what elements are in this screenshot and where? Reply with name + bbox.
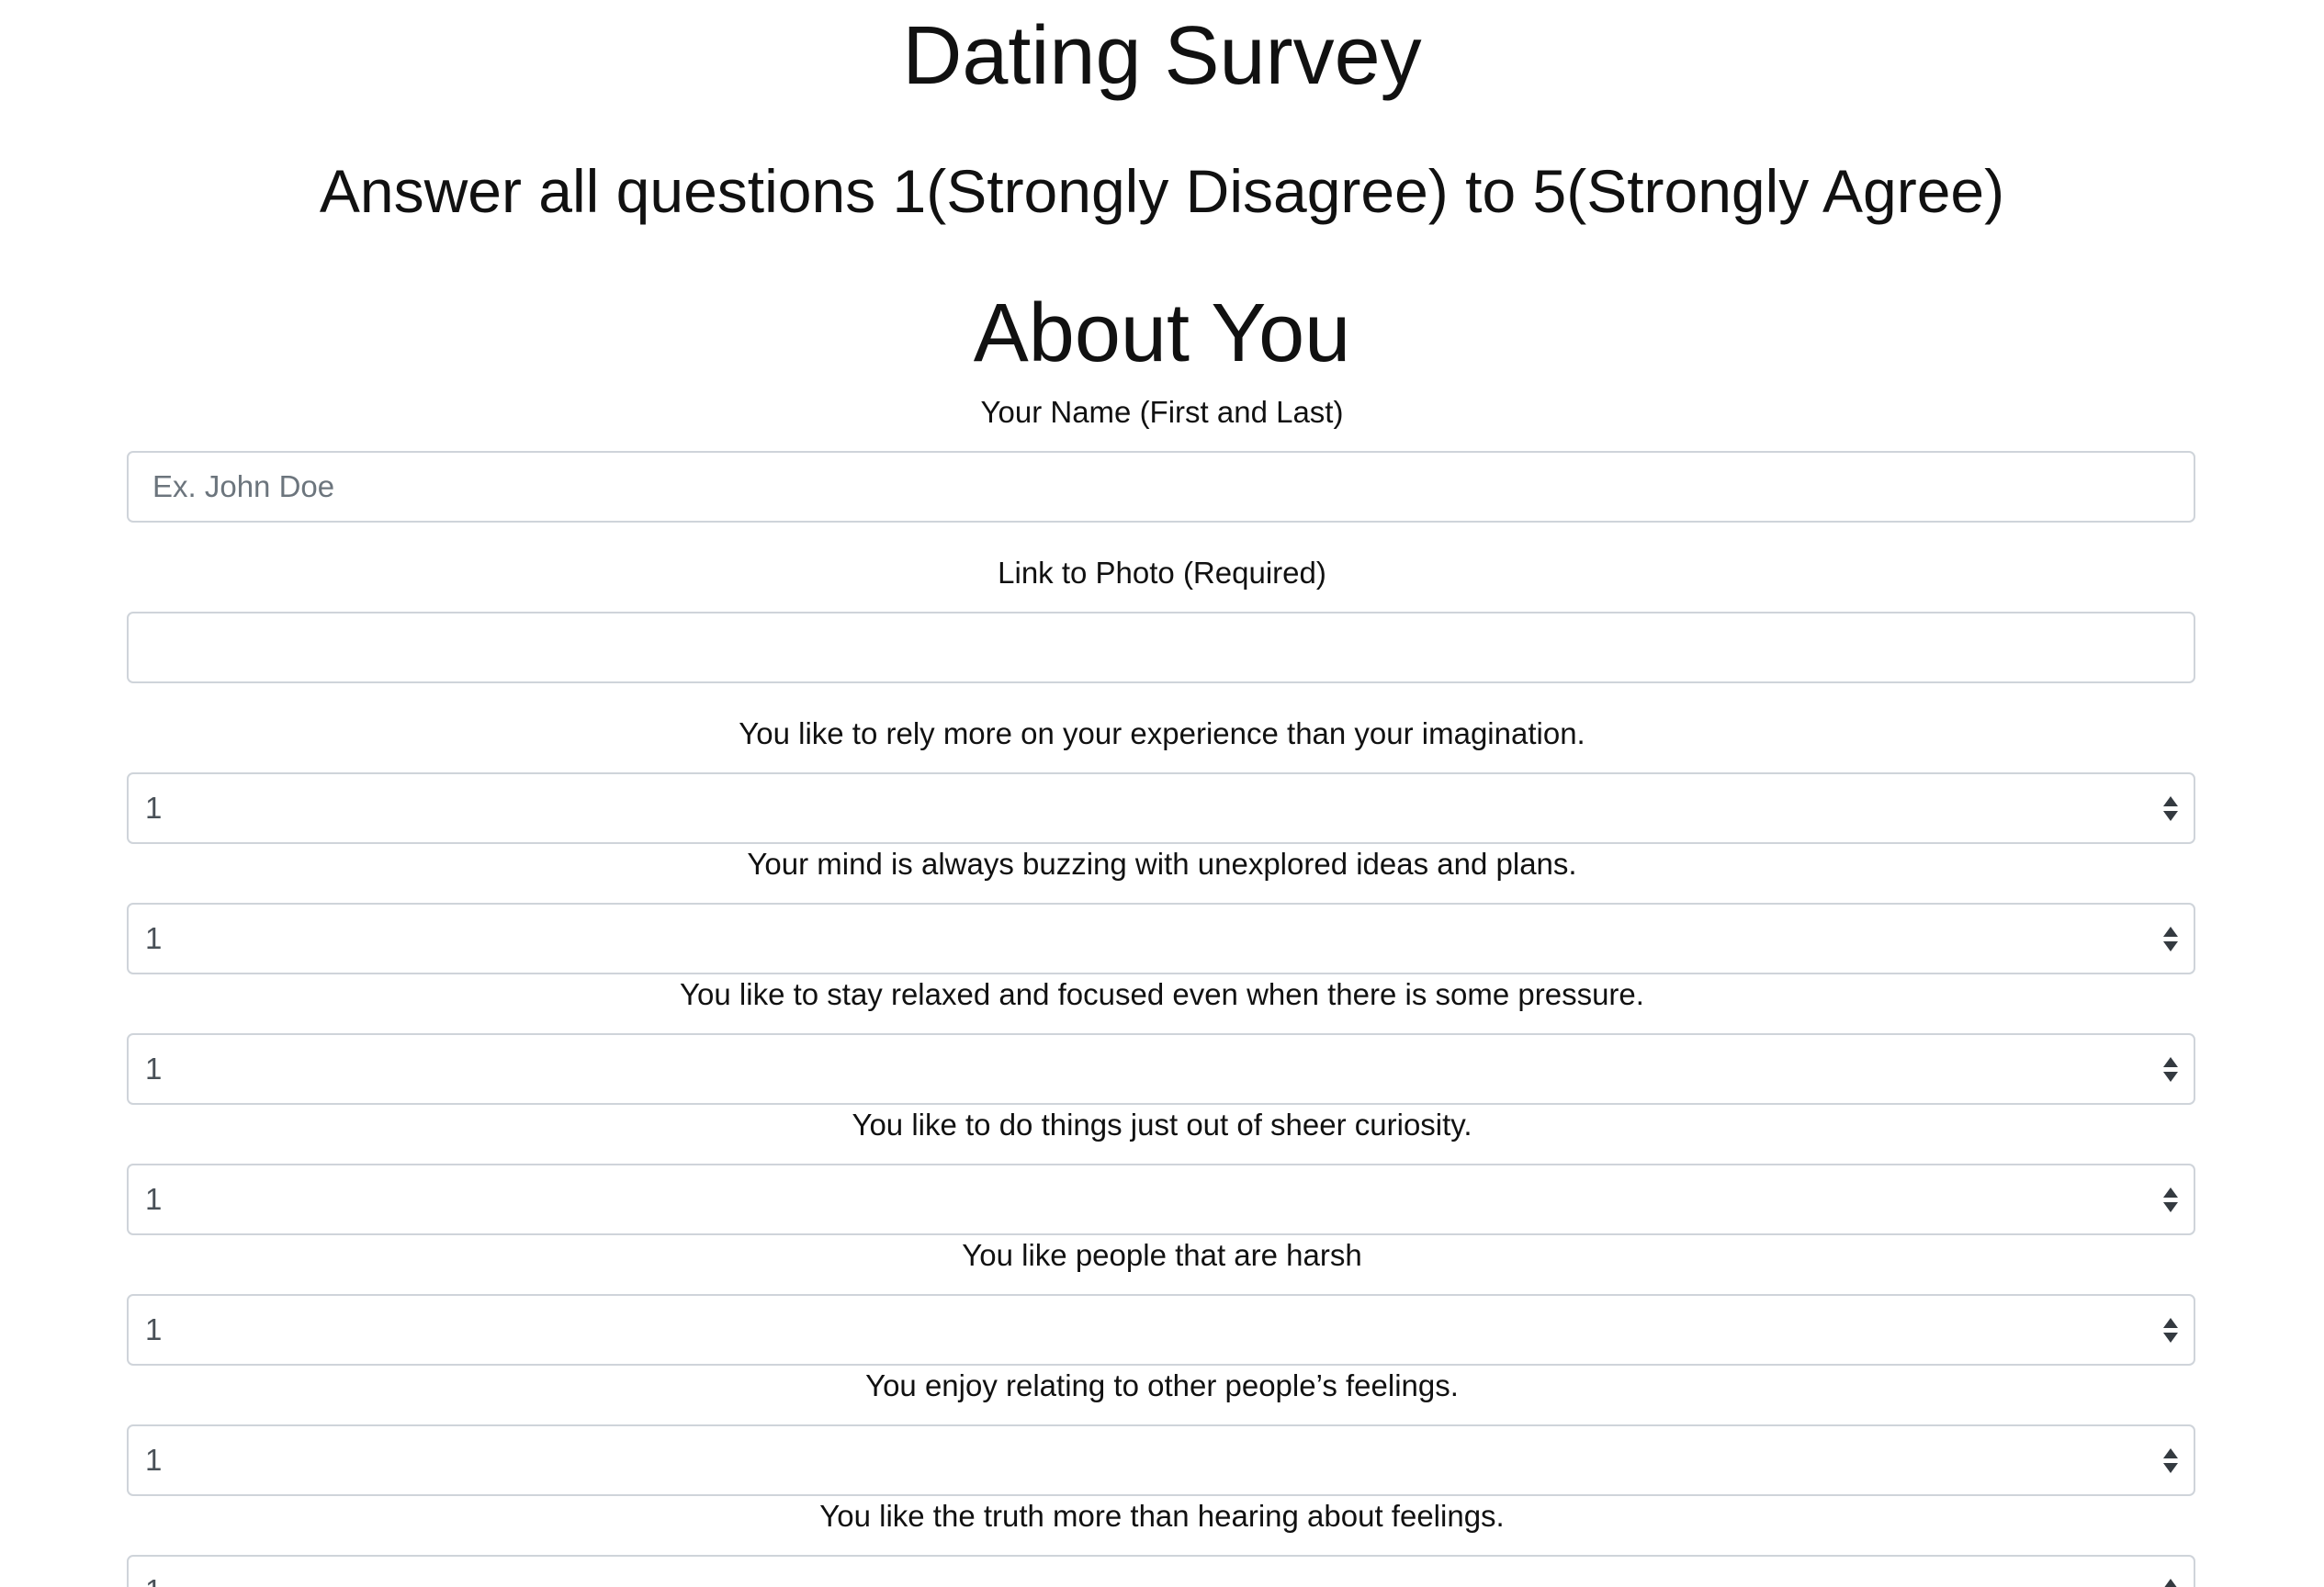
select-value: 1 — [145, 1443, 163, 1477]
name-label: Your Name (First and Last) — [980, 395, 1344, 429]
select-value: 1 — [145, 1052, 163, 1086]
question-label-7: You like the truth more than hearing abo… — [819, 1499, 1505, 1533]
updown-chevron-icon — [2162, 1057, 2179, 1083]
question-select-1[interactable]: 1 — [127, 772, 2195, 844]
photo-link-input[interactable] — [129, 613, 2194, 681]
question-label-2: Your mind is always buzzing with unexplo… — [747, 847, 1577, 881]
name-input[interactable] — [129, 453, 2194, 521]
updown-chevron-icon — [2162, 1579, 2179, 1587]
question-select-2[interactable]: 1 — [127, 903, 2195, 974]
question-select-5[interactable]: 1 — [127, 1294, 2195, 1366]
select-value: 1 — [145, 1312, 163, 1346]
select-value: 1 — [145, 791, 163, 825]
question-label-3: You like to stay relaxed and focused eve… — [680, 977, 1644, 1011]
select-value: 1 — [145, 1557, 162, 1587]
updown-chevron-icon — [2162, 1318, 2179, 1344]
updown-chevron-icon — [2162, 796, 2179, 822]
photo-label: Link to Photo (Required) — [998, 556, 1326, 590]
question-select-4[interactable]: 1 — [127, 1164, 2195, 1235]
question-label-5: You like people that are harsh — [962, 1238, 1362, 1272]
section-title: About You — [973, 287, 1351, 379]
question-label-6: You enjoy relating to other people’s fee… — [865, 1368, 1459, 1402]
select-value: 1 — [145, 921, 163, 955]
updown-chevron-icon — [2162, 1187, 2179, 1213]
survey-page: Dating Survey Answer all questions 1(Str… — [0, 0, 2324, 1587]
page-subtitle: Answer all questions 1(Strongly Disagree… — [319, 157, 2005, 225]
updown-chevron-icon — [2162, 927, 2179, 952]
question-select-3[interactable]: 1 — [127, 1033, 2195, 1105]
question-select-6[interactable]: 1 — [127, 1424, 2195, 1496]
question-label-4: You like to do things just out of sheer … — [852, 1108, 1472, 1142]
name-field-box — [127, 451, 2195, 523]
question-label-1: You like to rely more on your experience… — [739, 716, 1585, 750]
photo-field-box — [127, 612, 2195, 683]
page-title: Dating Survey — [902, 10, 1422, 102]
question-select-7[interactable]: 1 — [127, 1555, 2195, 1587]
select-value: 1 — [145, 1182, 163, 1216]
updown-chevron-icon — [2162, 1448, 2179, 1474]
